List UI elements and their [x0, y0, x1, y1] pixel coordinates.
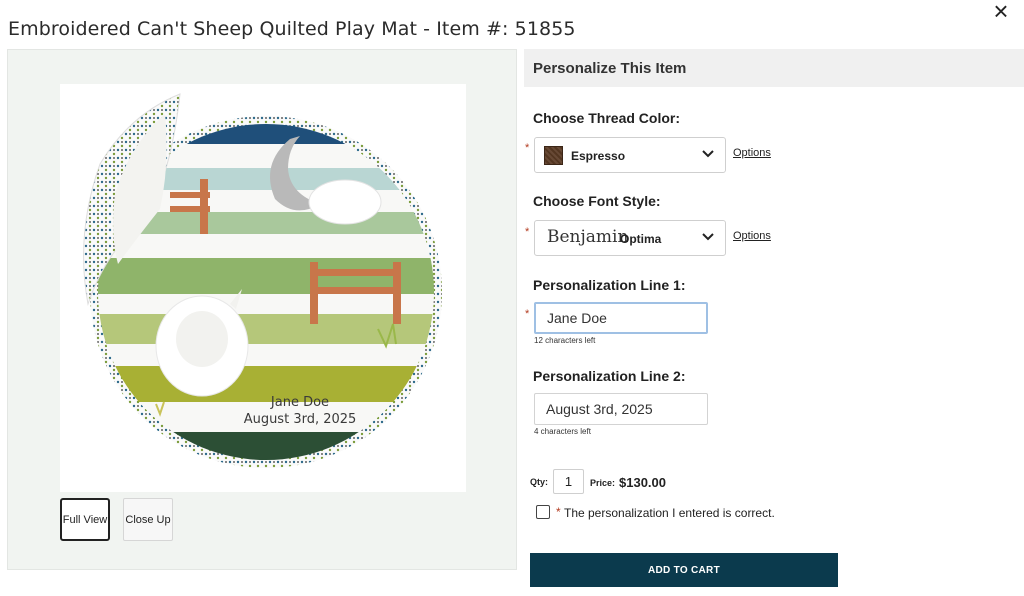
font-sample: Benjamin [547, 227, 629, 247]
personalization-line2-input[interactable] [534, 393, 708, 425]
chevron-down-icon [702, 233, 714, 241]
required-asterisk: * [525, 142, 530, 154]
qty-input[interactable]: 1 [553, 469, 584, 494]
price-value: $130.00 [619, 475, 666, 490]
thread-color-select[interactable]: Espresso [534, 137, 726, 173]
line1-label: Personalization Line 1: [533, 277, 686, 293]
play-mat-illustration: Jane Doe August 3rd, 2025 [83, 93, 442, 468]
thread-swatch [544, 146, 563, 165]
required-asterisk: * [525, 226, 530, 238]
qty-label: Qty: [530, 477, 548, 487]
thumbnail-full-view[interactable]: Full View [60, 498, 110, 541]
add-to-cart-button[interactable]: ADD TO CART [530, 553, 838, 587]
embroidery-line1: Jane Doe [270, 395, 329, 410]
required-asterisk: * [525, 308, 530, 320]
thread-color-label: Choose Thread Color: [533, 110, 681, 126]
line2-chars-left: 4 characters left [534, 427, 591, 436]
line1-chars-left: 12 characters left [534, 336, 596, 345]
page-title: Embroidered Can't Sheep Quilted Play Mat… [8, 18, 576, 40]
font-style-label: Choose Font Style: [533, 193, 661, 209]
thread-options-link[interactable]: Options [733, 147, 771, 159]
thumbnail-close-up[interactable]: Close Up [123, 498, 173, 541]
embroidery-line2: August 3rd, 2025 [244, 412, 357, 427]
product-image: Jane Doe August 3rd, 2025 [60, 84, 466, 492]
font-options-link[interactable]: Options [733, 230, 771, 242]
required-asterisk: * [556, 505, 561, 519]
line2-label: Personalization Line 2: [533, 368, 686, 384]
personalize-header: Personalize This Item [524, 49, 1024, 87]
confirm-checkbox[interactable] [536, 505, 550, 519]
product-gallery: Jane Doe August 3rd, 2025 Full View Clos… [7, 49, 517, 570]
close-icon[interactable]: × [988, 0, 1014, 24]
confirm-text: The personalization I entered is correct… [564, 506, 775, 520]
personalization-line1-input[interactable] [534, 302, 708, 334]
chevron-down-icon [702, 150, 714, 158]
thread-color-value: Espresso [571, 149, 626, 163]
font-style-select[interactable]: Benjamin Optima [534, 220, 726, 256]
price-label: Price: [590, 478, 616, 488]
font-style-value: Optima [620, 232, 662, 246]
personalize-heading: Personalize This Item [533, 60, 687, 77]
